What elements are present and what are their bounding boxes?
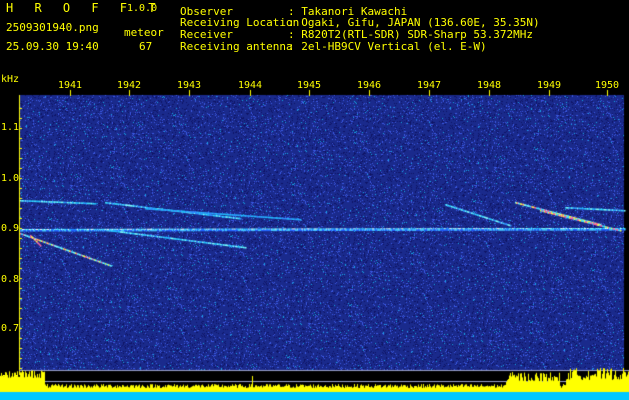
y-tick-label: 0.6 [1, 374, 20, 385]
x-tick-label: 1943 [176, 80, 202, 91]
x-tick-label: 1949 [536, 80, 562, 91]
y-tick-label: 0.8 [1, 274, 20, 285]
y-tick-label: 0.7 [1, 323, 20, 334]
x-tick-label: 1945 [296, 80, 322, 91]
app-version: 1.0.0 [127, 3, 158, 14]
spectrogram-canvas [0, 72, 629, 400]
y-axis-unit: kHz [1, 74, 20, 85]
meteor-counter-label: meteor [124, 26, 164, 39]
y-tick-label: 1.0 [1, 173, 20, 184]
y-tick-label: 1.1 [1, 122, 20, 133]
meteor-counter-value: 67 [139, 40, 153, 53]
timestamp: 25.09.30 19:40 [6, 40, 99, 53]
antenna-value: : 2el-HB9CV Vertical (el. E-W) [288, 40, 487, 53]
x-tick-label: 1942 [116, 80, 142, 91]
x-tick-label: 1948 [476, 80, 502, 91]
y-tick-label: 0.9 [1, 223, 20, 234]
x-tick-label: 1941 [57, 80, 83, 91]
image-filename: 2509301940.png [6, 21, 99, 34]
antenna-label: Receiving antenna [180, 40, 293, 53]
x-tick-label: 1946 [356, 80, 382, 91]
header: H R O F F T 1.0.0 2509301940.png 25.09.3… [0, 0, 629, 72]
x-tick-label: 1944 [237, 80, 263, 91]
x-tick-label: 1947 [416, 80, 442, 91]
x-tick-label: 1950 [594, 80, 620, 91]
